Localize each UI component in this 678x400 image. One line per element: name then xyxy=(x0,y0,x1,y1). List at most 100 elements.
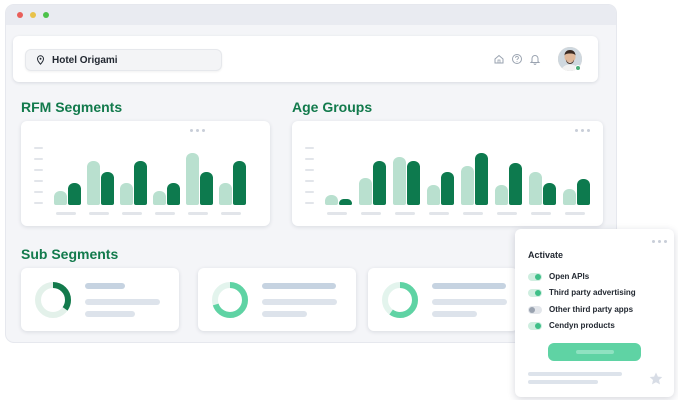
x-axis-label xyxy=(89,212,109,215)
chart-bar[interactable] xyxy=(186,153,199,205)
chart-bar[interactable] xyxy=(475,153,488,205)
chart-bar[interactable] xyxy=(393,157,406,205)
x-axis-label xyxy=(429,212,449,215)
chart-bar[interactable] xyxy=(200,172,213,205)
x-axis-label xyxy=(155,212,175,215)
y-axis-tick xyxy=(34,169,43,171)
placeholder-line xyxy=(262,311,307,317)
chart-bar[interactable] xyxy=(441,172,454,205)
toggle-switch[interactable] xyxy=(528,272,542,281)
toggle-switch[interactable] xyxy=(528,305,542,314)
x-axis-label xyxy=(395,212,415,215)
bell-icon[interactable] xyxy=(529,52,541,65)
activate-panel: Activate Open APIs Third party advertisi… xyxy=(515,229,674,397)
y-axis-tick xyxy=(34,180,43,182)
sub-segment-card[interactable] xyxy=(368,268,518,331)
location-pin-icon xyxy=(36,55,45,65)
chart-bar[interactable] xyxy=(495,185,508,205)
y-axis-tick xyxy=(34,147,43,149)
chart-bar[interactable] xyxy=(134,161,147,205)
placeholder-line xyxy=(85,311,135,317)
x-axis-label xyxy=(56,212,76,215)
toggle-third-party-advertising[interactable]: Third party advertising xyxy=(528,288,636,297)
x-axis-label xyxy=(327,212,347,215)
chart-bar[interactable] xyxy=(359,178,372,205)
more-options-icon[interactable] xyxy=(652,240,667,243)
more-options-icon[interactable] xyxy=(575,129,590,132)
toggle-open-apis[interactable]: Open APIs xyxy=(528,272,589,281)
donut-chart xyxy=(35,282,71,318)
x-axis-label xyxy=(221,212,241,215)
chart-bar[interactable] xyxy=(68,183,81,205)
chart-bar[interactable] xyxy=(543,183,556,205)
rfm-segments-title: RFM Segments xyxy=(21,99,123,115)
y-axis-tick xyxy=(305,169,314,171)
chart-bar[interactable] xyxy=(153,191,166,205)
chart-bar[interactable] xyxy=(233,161,246,205)
donut-chart xyxy=(382,282,418,318)
x-axis-label xyxy=(565,212,585,215)
rfm-segments-chart-card xyxy=(21,121,270,226)
toggle-label: Cendyn products xyxy=(549,321,615,330)
chart-bar[interactable] xyxy=(87,161,100,205)
activate-title: Activate xyxy=(528,250,564,260)
age-groups-title: Age Groups xyxy=(292,99,373,115)
online-status-dot xyxy=(575,65,581,71)
chart-bar[interactable] xyxy=(563,189,576,205)
placeholder-line xyxy=(432,311,477,317)
chart-bar[interactable] xyxy=(325,195,338,205)
chart-bar[interactable] xyxy=(101,172,114,205)
chart-bar[interactable] xyxy=(339,199,352,205)
maximize-window-dot[interactable] xyxy=(43,12,49,18)
toggle-cendyn-products[interactable]: Cendyn products xyxy=(528,321,615,330)
hotel-selector[interactable]: Hotel Origami xyxy=(25,49,222,71)
y-axis-tick xyxy=(34,202,43,204)
x-axis-label xyxy=(188,212,208,215)
sub-segment-card[interactable] xyxy=(21,268,179,331)
sub-segment-card[interactable] xyxy=(198,268,356,331)
x-axis-label xyxy=(497,212,517,215)
placeholder-line xyxy=(262,283,336,289)
toggle-label: Open APIs xyxy=(549,272,590,281)
y-axis-tick xyxy=(34,191,43,193)
placeholder-line xyxy=(432,299,507,305)
y-axis-tick xyxy=(305,158,314,160)
chart-bar[interactable] xyxy=(509,163,522,205)
chart-bar[interactable] xyxy=(529,172,542,205)
chart-bar[interactable] xyxy=(461,166,474,205)
x-axis-label xyxy=(531,212,551,215)
donut-chart xyxy=(212,282,248,318)
chart-bar[interactable] xyxy=(219,183,232,205)
toggle-other-third-party-apps[interactable]: Other third party apps xyxy=(528,305,633,314)
title-bar xyxy=(6,5,616,25)
y-axis-tick xyxy=(305,202,314,204)
x-axis-label xyxy=(122,212,142,215)
star-icon[interactable] xyxy=(648,371,664,387)
close-window-dot[interactable] xyxy=(17,12,23,18)
more-options-icon[interactable] xyxy=(190,129,205,132)
chart-bar[interactable] xyxy=(120,183,133,205)
placeholder-line xyxy=(85,283,125,289)
hotel-name: Hotel Origami xyxy=(52,54,118,66)
placeholder-line xyxy=(432,283,506,289)
chart-bar[interactable] xyxy=(577,179,590,205)
toggle-switch[interactable] xyxy=(528,288,542,297)
top-header: Hotel Origami xyxy=(13,36,598,82)
chart-bar[interactable] xyxy=(54,191,67,205)
chart-bar[interactable] xyxy=(427,185,440,205)
y-axis-tick xyxy=(305,180,314,182)
home-icon[interactable] xyxy=(493,52,505,64)
minimize-window-dot[interactable] xyxy=(30,12,36,18)
help-icon[interactable] xyxy=(511,52,523,64)
sub-segments-title: Sub Segments xyxy=(21,246,119,262)
x-axis-label xyxy=(361,212,381,215)
chart-bar[interactable] xyxy=(373,161,386,205)
age-groups-chart-card xyxy=(292,121,603,226)
toggle-switch[interactable] xyxy=(528,321,542,330)
chart-bar[interactable] xyxy=(407,161,420,205)
chart-bar[interactable] xyxy=(167,183,180,205)
activate-button[interactable] xyxy=(548,343,641,361)
toggle-label: Third party advertising xyxy=(549,288,636,297)
y-axis-tick xyxy=(34,158,43,160)
x-axis-label xyxy=(463,212,483,215)
